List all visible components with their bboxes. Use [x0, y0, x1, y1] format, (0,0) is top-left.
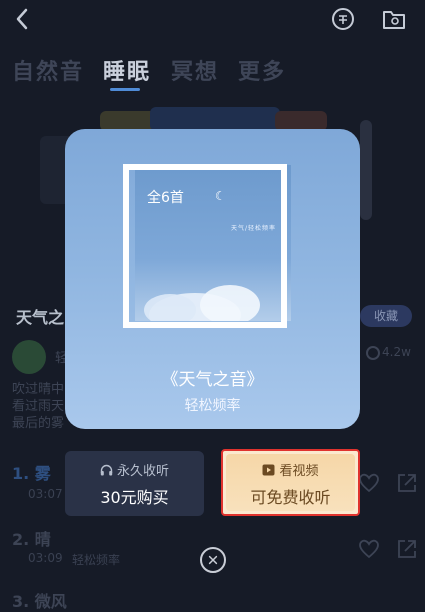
watch-video-button[interactable]: 看视频 可免费收听 [221, 449, 360, 516]
back-arrow-icon[interactable] [10, 6, 36, 32]
tab-indicator [110, 88, 140, 91]
track-1-duration: 03:07 [28, 487, 63, 501]
coupon-icon[interactable] [330, 6, 356, 32]
buy-price: 30元购买 [100, 488, 169, 507]
carousel-card-right [360, 120, 372, 220]
free-listen-text: 可免费收听 [250, 488, 331, 507]
track-3-title[interactable]: 3. 微风 [12, 588, 67, 612]
track-1-title[interactable]: 1. 雾 [12, 460, 51, 484]
buy-button-label: 永久收听 [65, 460, 204, 479]
track-2-title[interactable]: 2. 晴 [12, 526, 51, 550]
heart-icon[interactable] [358, 472, 380, 494]
description-line-3: 最后的雾 [12, 416, 65, 431]
album-modal: 全6首 ☾ 天气/轻松频率 《天气之音》 轻松频率 [65, 129, 360, 429]
collect-button[interactable]: 收藏 [360, 305, 412, 327]
buy-permanent-button[interactable]: 永久收听 30元购买 [65, 451, 204, 516]
album-title: 《天气之音》 [161, 370, 264, 390]
close-icon[interactable] [200, 547, 226, 573]
share-icon[interactable] [396, 538, 418, 560]
play-count: 4.2w [382, 345, 411, 359]
album-subtitle: 轻松频率 [184, 398, 241, 414]
tab-sleep[interactable]: 睡眠 [103, 54, 151, 86]
tab-meditation[interactable]: 冥想 [171, 54, 219, 86]
playlist-title: 天气之 [16, 308, 65, 327]
carousel-card-back-right [275, 111, 327, 131]
tab-nature-sound[interactable]: 自然音 [12, 54, 84, 86]
track-count-label: 全6首 [147, 190, 184, 206]
carousel-card-back [100, 111, 156, 131]
watch-video-inner: 看视频 可免费收听 [226, 454, 355, 511]
carousel-card-center [150, 107, 280, 131]
tab-more[interactable]: 更多 [238, 54, 286, 86]
folder-icon[interactable] [381, 6, 407, 32]
avatar [12, 340, 46, 374]
share-icon[interactable] [396, 472, 418, 494]
video-icon [262, 464, 275, 476]
watch-video-label: 看视频 [226, 460, 355, 479]
moon-icon: ☾ [215, 189, 226, 203]
track-2-duration: 03:09 [28, 551, 63, 565]
track-2-artist: 轻松频率 [72, 553, 121, 567]
cover-caption: 天气/轻松频率 [231, 225, 277, 232]
play-count-icon [366, 346, 380, 360]
heart-icon[interactable] [358, 538, 380, 560]
headphone-icon [100, 464, 113, 476]
